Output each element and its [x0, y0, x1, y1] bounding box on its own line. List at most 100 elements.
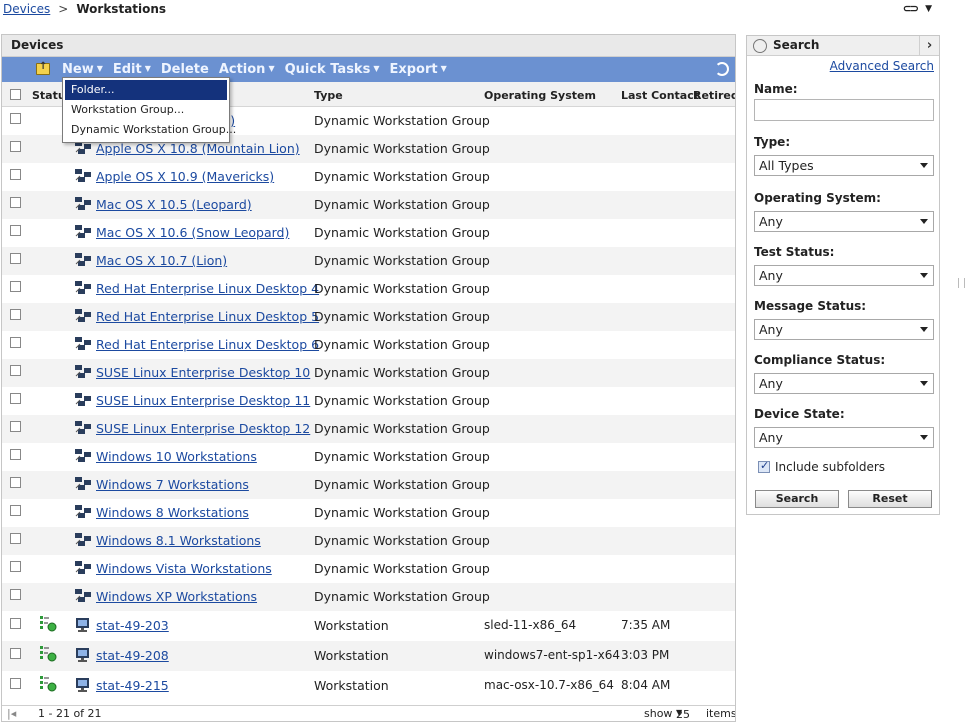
row-checkbox[interactable] [10, 421, 21, 432]
device-type: Dynamic Workstation Group [314, 337, 490, 352]
first-page-icon[interactable]: |◂ [7, 707, 16, 720]
advanced-search-link[interactable]: Advanced Search [830, 59, 934, 73]
menu-item-folder[interactable]: Folder... [65, 80, 227, 100]
chevron-down-icon[interactable]: ▼ [925, 4, 932, 14]
row-checkbox[interactable] [10, 365, 21, 376]
quick-tasks-button[interactable]: Quick Tasks ▼ [285, 62, 380, 77]
table-row[interactable]: stat-49-208 Workstation windows7-ent-sp1-x… [2, 641, 735, 671]
table-row[interactable]: SUSE Linux Enterprise Desktop 12 Dynamic … [2, 415, 735, 443]
device-name-link[interactable]: SUSE Linux Enterprise Desktop 11 [96, 393, 310, 408]
row-checkbox[interactable] [10, 197, 21, 208]
table-row[interactable]: Windows Vista Workstations Dynamic Workst… [2, 555, 735, 583]
table-row[interactable]: Mac OS X 10.6 (Snow Leopard) Dynamic Work… [2, 219, 735, 247]
device-type: Workstation [314, 618, 389, 633]
table-row[interactable]: Mac OS X 10.5 (Leopard) Dynamic Workstati… [2, 191, 735, 219]
device-name-link[interactable]: Windows 8 Workstations [96, 505, 249, 520]
row-checkbox[interactable] [10, 618, 21, 629]
new-button[interactable]: New ▼ [62, 62, 103, 77]
device-name-link[interactable]: SUSE Linux Enterprise Desktop 12 [96, 421, 310, 436]
table-row[interactable]: stat-49-215 Workstation mac-osx-10.7-x86_6… [2, 671, 735, 701]
table-row[interactable]: Windows XP Workstations Dynamic Workstati… [2, 583, 735, 611]
row-checkbox[interactable] [10, 141, 21, 152]
device-os: sled-11-x86_64 [484, 618, 577, 632]
edit-button[interactable]: Edit ▼ [113, 62, 151, 77]
row-checkbox[interactable] [10, 678, 21, 689]
reset-button[interactable]: Reset [848, 490, 932, 508]
table-row[interactable]: Mac OS X 10.7 (Lion) Dynamic Workstation … [2, 247, 735, 275]
table-row[interactable]: Windows 8 Workstations Dynamic Workstatio… [2, 499, 735, 527]
row-checkbox[interactable] [10, 477, 21, 488]
filter-select[interactable]: Any [754, 265, 934, 286]
filter-select[interactable]: Any [754, 319, 934, 340]
row-checkbox[interactable] [10, 281, 21, 292]
table-row[interactable]: stat-49-203 Workstation sled-11-x86_64 7:35… [2, 611, 735, 641]
filter-select[interactable]: Any [754, 373, 934, 394]
table-row[interactable]: Red Hat Enterprise Linux Desktop 5 Dynami… [2, 303, 735, 331]
device-name-link[interactable]: Windows XP Workstations [96, 589, 257, 604]
column-last-contact[interactable]: Last Contact [621, 89, 699, 102]
select-all-checkbox[interactable] [10, 89, 21, 100]
folder-up-icon[interactable] [36, 61, 50, 75]
row-checkbox[interactable] [10, 449, 21, 460]
device-name-link[interactable]: Red Hat Enterprise Linux Desktop 6 [96, 337, 319, 352]
menu-item-dynamic-workstation-group[interactable]: Dynamic Workstation Group... [65, 120, 236, 140]
table-row[interactable]: Red Hat Enterprise Linux Desktop 6 Dynami… [2, 331, 735, 359]
include-subfolders-option[interactable]: Include subfolders [758, 459, 885, 474]
column-type[interactable]: Type [314, 89, 343, 102]
device-type: Dynamic Workstation Group [314, 197, 490, 212]
action-button[interactable]: Action ▼ [219, 62, 275, 77]
device-name-link[interactable]: stat-49-203 [96, 618, 169, 633]
table-row[interactable]: Red Hat Enterprise Linux Desktop 4 Dynami… [2, 275, 735, 303]
row-checkbox[interactable] [10, 309, 21, 320]
filter-select[interactable]: Any [754, 427, 934, 448]
row-checkbox[interactable] [10, 225, 21, 236]
menu-item-workstation-group[interactable]: Workstation Group... [65, 100, 227, 120]
device-name-link[interactable]: Mac OS X 10.5 (Leopard) [96, 197, 252, 212]
column-retired[interactable]: Retired [693, 89, 735, 102]
table-row[interactable]: Windows 8.1 Workstations Dynamic Workstat… [2, 527, 735, 555]
device-name-link[interactable]: Windows Vista Workstations [96, 561, 272, 576]
device-name-link[interactable]: Mac OS X 10.7 (Lion) [96, 253, 227, 268]
device-name-link[interactable]: stat-49-215 [96, 678, 169, 693]
table-row[interactable]: Apple OS X 10.9 (Mavericks) Dynamic Works… [2, 163, 735, 191]
device-name-link[interactable]: stat-49-208 [96, 648, 169, 663]
table-row[interactable]: Windows 7 Workstations Dynamic Workstatio… [2, 471, 735, 499]
row-checkbox[interactable] [10, 253, 21, 264]
device-name-link[interactable]: Windows 7 Workstations [96, 477, 249, 492]
row-checkbox[interactable] [10, 169, 21, 180]
table-row[interactable]: SUSE Linux Enterprise Desktop 11 Dynamic … [2, 387, 735, 415]
device-name-link[interactable]: Red Hat Enterprise Linux Desktop 4 [96, 281, 319, 296]
window-scrollbar-handle[interactable] [958, 278, 965, 288]
device-name-link[interactable]: Apple OS X 10.8 (Mountain Lion) [96, 141, 300, 156]
status-ok-icon [39, 644, 57, 662]
row-checkbox[interactable] [10, 505, 21, 516]
breadcrumb-devices-link[interactable]: Devices [3, 2, 50, 16]
column-os[interactable]: Operating System [484, 89, 596, 102]
export-button[interactable]: Export ▼ [389, 62, 446, 77]
device-name-link[interactable]: SUSE Linux Enterprise Desktop 10 [96, 365, 310, 380]
device-name-link[interactable]: Windows 10 Workstations [96, 449, 257, 464]
filter-select[interactable]: All Types [754, 155, 934, 176]
device-name-link[interactable]: Apple OS X 10.9 (Mavericks) [96, 169, 274, 184]
device-name-link[interactable]: Windows 8.1 Workstations [96, 533, 261, 548]
row-checkbox[interactable] [10, 589, 21, 600]
table-row[interactable]: SUSE Linux Enterprise Desktop 10 Dynamic … [2, 359, 735, 387]
name-input[interactable] [754, 99, 934, 121]
search-button[interactable]: Search [755, 490, 839, 508]
link-icon[interactable]: ⊂⊃ [903, 2, 920, 15]
row-checkbox[interactable] [10, 113, 21, 124]
delete-button[interactable]: Delete [161, 62, 209, 77]
dynamic-group-icon [74, 252, 92, 268]
filter-select[interactable]: Any [754, 211, 934, 232]
include-subfolders-checkbox[interactable] [758, 459, 770, 473]
row-checkbox[interactable] [10, 561, 21, 572]
device-name-link[interactable]: Red Hat Enterprise Linux Desktop 5 [96, 309, 319, 324]
device-name-link[interactable]: Mac OS X 10.6 (Snow Leopard) [96, 225, 289, 240]
row-checkbox[interactable] [10, 648, 21, 659]
row-checkbox[interactable] [10, 393, 21, 404]
table-row[interactable]: Windows 10 Workstations Dynamic Workstati… [2, 443, 735, 471]
row-checkbox[interactable] [10, 533, 21, 544]
refresh-icon[interactable] [715, 62, 729, 76]
row-checkbox[interactable] [10, 337, 21, 348]
collapse-chevron-icon[interactable]: › [919, 36, 939, 56]
